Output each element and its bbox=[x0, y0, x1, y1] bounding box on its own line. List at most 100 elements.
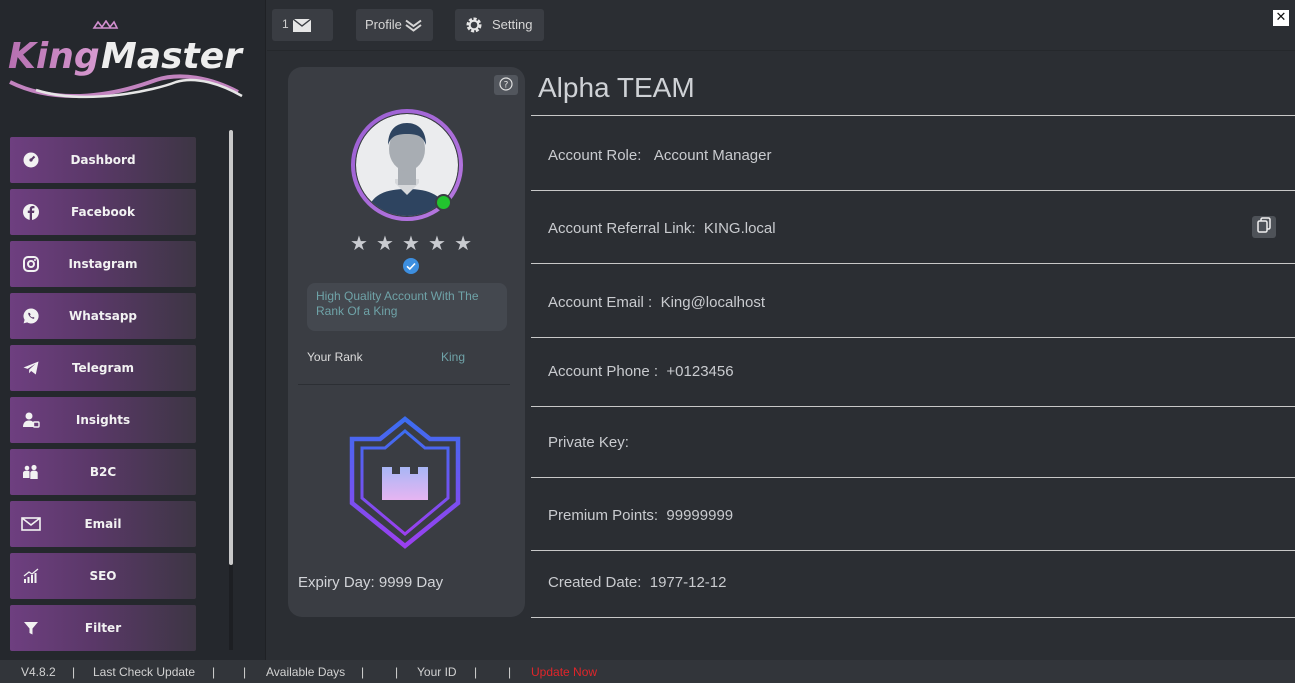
star-icon: ★ bbox=[402, 231, 420, 255]
setting-button-label: Setting bbox=[492, 17, 533, 32]
info-divider bbox=[531, 190, 1295, 191]
sidebar-item-label: Filter bbox=[84, 621, 122, 635]
created-date-row: Created Date: 1977-12-12 bbox=[548, 574, 726, 591]
phone-row: Account Phone : +0123456 bbox=[548, 363, 734, 380]
star-icon: ★ bbox=[376, 231, 394, 255]
info-divider bbox=[531, 617, 1295, 618]
version-label: V4.8.2 bbox=[21, 665, 56, 679]
rank-label: Your Rank bbox=[307, 350, 363, 364]
info-divider bbox=[531, 477, 1295, 478]
logo-text-master: Master bbox=[101, 36, 244, 77]
star-icon: ★ bbox=[428, 231, 446, 255]
sidebar-item-b2c[interactable]: B2C bbox=[10, 449, 196, 495]
expiry-info: Expiry Day: 9999 Day bbox=[298, 574, 443, 591]
envelope-icon bbox=[292, 18, 312, 35]
private-key-row: Private Key: bbox=[548, 434, 637, 451]
question-mark-icon: ? bbox=[499, 76, 513, 95]
sidebar-item-label: SEO bbox=[89, 569, 117, 583]
status-separator: | bbox=[72, 665, 76, 679]
premium-points-label: Premium Points: bbox=[548, 507, 659, 524]
sidebar-item-facebook[interactable]: Facebook bbox=[10, 189, 196, 235]
expiry-value: 9999 Day bbox=[378, 574, 444, 591]
card-divider bbox=[298, 384, 510, 385]
svg-text:?: ? bbox=[504, 80, 509, 90]
phone-value: +0123456 bbox=[666, 363, 734, 380]
account-description: High Quality Account With The Rank Of a … bbox=[307, 283, 507, 331]
info-divider bbox=[531, 550, 1295, 551]
sidebar-item-seo[interactable]: SEO bbox=[10, 553, 196, 599]
verified-badge-icon bbox=[402, 257, 420, 275]
sidebar-item-label: Insights bbox=[75, 413, 131, 427]
star-icon: ★ bbox=[350, 231, 368, 255]
status-separator: | bbox=[395, 665, 399, 679]
sidebar-item-filter[interactable]: Filter bbox=[10, 605, 196, 651]
created-date-value: 1977-12-12 bbox=[649, 574, 727, 591]
team-name-title: Alpha TEAM bbox=[538, 72, 695, 103]
last-check-update-label: Last Check Update bbox=[93, 665, 196, 679]
messages-button[interactable]: 1 bbox=[272, 9, 333, 41]
account-role-label: Account Role: bbox=[548, 147, 642, 164]
status-separator: | bbox=[212, 665, 216, 679]
sidebar-item-whatsapp[interactable]: Whatsapp bbox=[10, 293, 196, 339]
email-row: Account Email : King@localhost bbox=[548, 294, 765, 311]
your-id-label: Your ID bbox=[417, 665, 457, 679]
referral-link-row: Account Referral Link: KING.local bbox=[548, 220, 776, 237]
sidebar-item-email[interactable]: Email bbox=[10, 501, 196, 547]
created-date-label: Created Date: bbox=[548, 574, 642, 591]
status-bar: V4.8.2 | Last Check Update | | Available… bbox=[0, 660, 1295, 683]
status-separator: | bbox=[474, 665, 478, 679]
sidebar: King Master Dashbord Facebook Instagram bbox=[0, 0, 266, 660]
sidebar-item-label: Telegram bbox=[71, 361, 135, 375]
king-master-logo: King Master bbox=[6, 19, 246, 110]
sidebar-item-label: Email bbox=[84, 517, 122, 531]
star-icon: ★ bbox=[454, 231, 472, 255]
info-divider bbox=[531, 263, 1295, 264]
expiry-label: Expiry Day: bbox=[298, 574, 375, 591]
sidebar-item-label: Whatsapp bbox=[68, 309, 138, 323]
available-days-label: Available Days bbox=[266, 665, 346, 679]
online-status-dot bbox=[435, 194, 452, 211]
profile-button-label: Profile bbox=[365, 17, 402, 32]
setting-button[interactable]: Setting bbox=[455, 9, 544, 41]
close-window-button[interactable]: ✕ bbox=[1273, 10, 1289, 26]
phone-label: Account Phone : bbox=[548, 363, 659, 380]
info-divider bbox=[531, 115, 1295, 116]
email-label: Account Email : bbox=[548, 294, 653, 311]
gear-icon bbox=[465, 16, 483, 37]
profile-card: ? ★ ★ ★ ★ ★ High Quality Account With Th… bbox=[288, 67, 525, 617]
referral-link-label: Account Referral Link: bbox=[548, 220, 696, 237]
sidebar-item-label: B2C bbox=[89, 465, 117, 479]
account-role-row: Account Role: Account Manager bbox=[548, 147, 771, 164]
sidebar-item-telegram[interactable]: Telegram bbox=[10, 345, 196, 391]
account-role-value: Account Manager bbox=[653, 147, 772, 164]
topbar-divider bbox=[267, 50, 1295, 51]
sidebar-item-insights[interactable]: Insights bbox=[10, 397, 196, 443]
help-button[interactable]: ? bbox=[494, 75, 518, 95]
status-separator: | bbox=[243, 665, 247, 679]
referral-link-value[interactable]: KING.local bbox=[704, 220, 776, 237]
rank-value: King bbox=[441, 350, 466, 364]
info-divider bbox=[531, 406, 1295, 407]
sidebar-item-instagram[interactable]: Instagram bbox=[10, 241, 196, 287]
copy-icon bbox=[1257, 217, 1271, 237]
sidebar-scrollbar-thumb[interactable] bbox=[229, 130, 233, 565]
info-divider bbox=[531, 337, 1295, 338]
sidebar-nav: Dashbord Facebook Instagram Whatsapp Tel… bbox=[10, 137, 196, 657]
status-separator: | bbox=[508, 665, 512, 679]
crown-shield-icon bbox=[348, 416, 463, 551]
sidebar-item-label: Facebook bbox=[71, 205, 135, 219]
rating-stars: ★ ★ ★ ★ ★ bbox=[350, 231, 472, 255]
status-separator: | bbox=[361, 665, 365, 679]
avatar bbox=[351, 109, 465, 223]
premium-points-row: Premium Points: 99999999 bbox=[548, 507, 733, 524]
premium-points-value: 99999999 bbox=[666, 507, 734, 524]
sidebar-item-label: Dashbord bbox=[70, 153, 136, 167]
sidebar-item-dashboard[interactable]: Dashbord bbox=[10, 137, 196, 183]
logo-text-king: King bbox=[8, 36, 100, 77]
private-key-label: Private Key: bbox=[548, 434, 629, 451]
copy-referral-link-button[interactable] bbox=[1252, 216, 1276, 238]
email-value: King@localhost bbox=[660, 294, 766, 311]
profile-button[interactable]: Profile bbox=[356, 9, 433, 41]
update-now-link[interactable]: Update Now bbox=[531, 665, 597, 679]
messages-count: 1 bbox=[282, 17, 289, 31]
